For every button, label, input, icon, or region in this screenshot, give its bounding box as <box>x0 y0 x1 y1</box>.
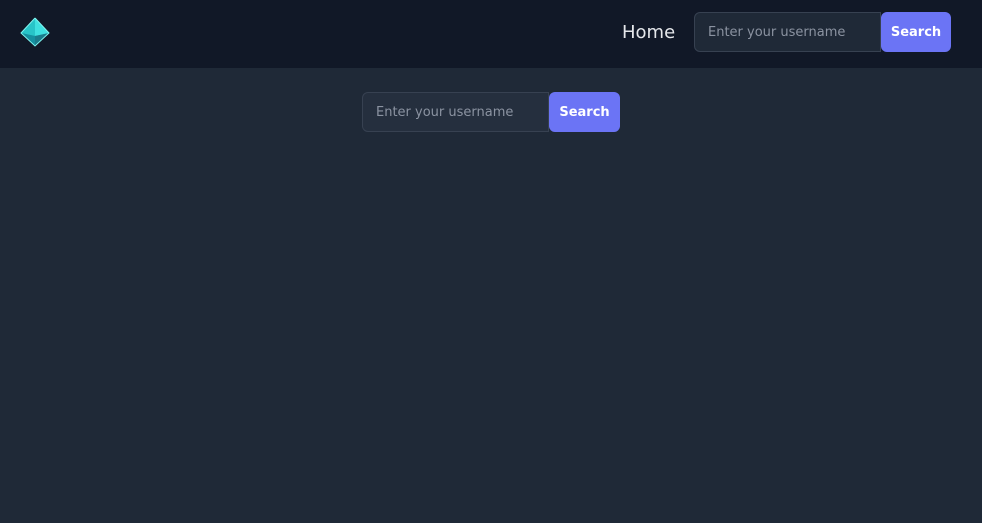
top-navbar: Home Search <box>0 0 982 68</box>
main-search-form: Search <box>362 92 620 132</box>
nav-link-home[interactable]: Home <box>622 21 675 45</box>
navbar-search-form: Search <box>694 12 951 52</box>
main-username-input[interactable] <box>362 92 549 132</box>
navbar-username-input[interactable] <box>694 12 881 52</box>
diamond-logo-icon[interactable] <box>19 17 51 47</box>
main-search-button[interactable]: Search <box>549 92 620 132</box>
navbar-search-button[interactable]: Search <box>881 12 951 52</box>
